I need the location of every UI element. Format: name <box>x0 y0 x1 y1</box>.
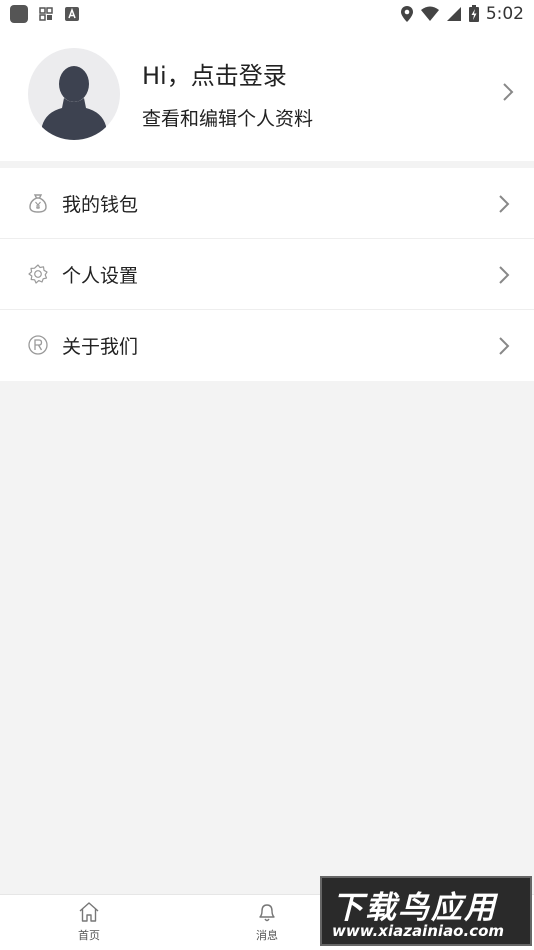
default-avatar-icon <box>42 66 106 140</box>
tab-label: 首页 <box>78 929 100 942</box>
menu-item-wallet[interactable]: 我的钱包 <box>0 168 534 239</box>
registered-icon <box>28 335 48 355</box>
chevron-right-icon <box>499 266 510 284</box>
battery-icon <box>468 5 479 22</box>
signal-icon <box>446 7 461 21</box>
home-icon <box>79 902 99 922</box>
menu-item-about[interactable]: 关于我们 <box>0 310 534 381</box>
wifi-icon <box>420 6 439 21</box>
chevron-right-icon <box>499 337 510 355</box>
login-prompt[interactable]: Hi，点击登录 <box>142 56 287 91</box>
settings-menu: 我的钱包 个人设置 关于我们 <box>0 168 534 381</box>
wallet-icon <box>29 194 47 213</box>
status-bar: 5:02 <box>0 0 534 28</box>
menu-item-settings[interactable]: 个人设置 <box>0 239 534 310</box>
watermark-url: www.xiazainiao.com <box>332 922 505 940</box>
app-notification-icon <box>10 5 28 23</box>
chevron-right-icon <box>503 83 514 101</box>
tab-home[interactable]: 首页 <box>59 901 119 943</box>
menu-item-label: 关于我们 <box>62 336 139 358</box>
bell-icon <box>259 904 275 922</box>
menu-item-label: 个人设置 <box>62 265 139 287</box>
grid-notification-icon <box>39 7 53 21</box>
clock-time: 5:02 <box>485 4 524 24</box>
profile-subtitle: 查看和编辑个人资料 <box>142 108 314 130</box>
tab-label: 消息 <box>256 929 278 942</box>
tab-messages[interactable]: 消息 <box>237 901 297 943</box>
font-notification-icon <box>65 7 79 21</box>
location-icon <box>400 6 413 22</box>
watermark-logo: 下载鸟应用 www.xiazainiao.com <box>320 876 532 946</box>
profile-card[interactable]: Hi，点击登录 查看和编辑个人资料 <box>0 28 534 161</box>
gear-icon <box>28 264 48 284</box>
watermark-title: 下载鸟应用 <box>332 890 497 926</box>
chevron-right-icon <box>499 195 510 213</box>
menu-item-label: 我的钱包 <box>62 194 139 216</box>
avatar[interactable] <box>28 48 120 140</box>
